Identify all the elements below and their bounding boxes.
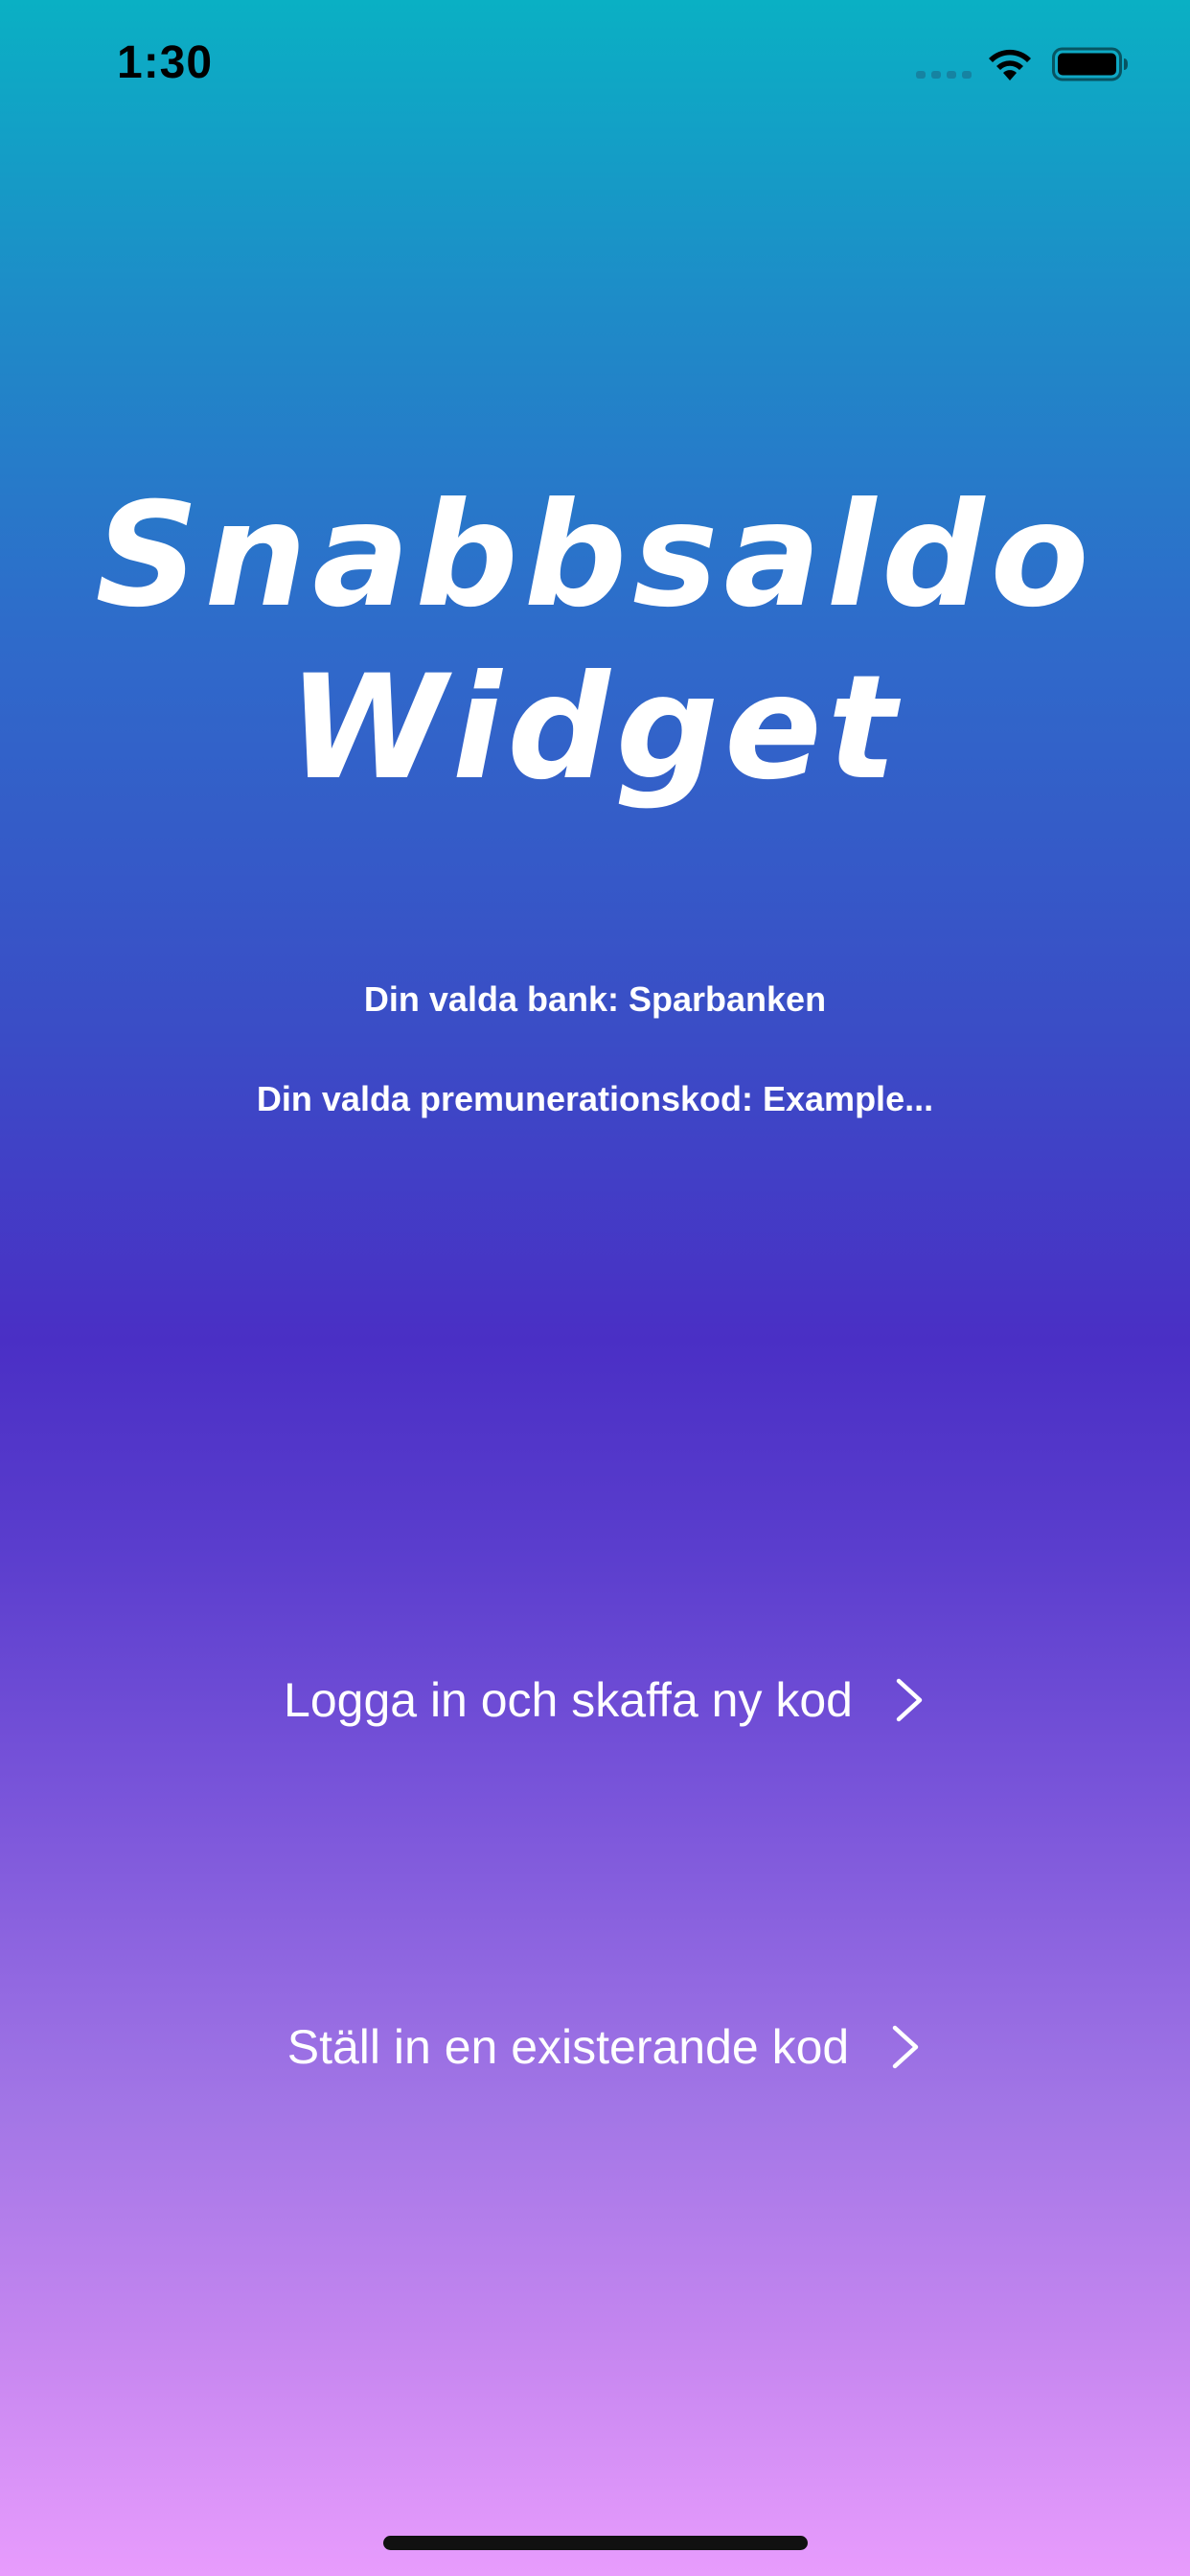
chevron-right-icon bbox=[896, 1678, 923, 1722]
chevron-right-icon bbox=[892, 2025, 919, 2069]
login-new-code-label: Logga in och skaffa ny kod bbox=[284, 1673, 853, 1727]
selected-bank-text: Din valda bank: Sparbanken bbox=[363, 979, 827, 1019]
set-existing-code-button[interactable]: Ställ in en existerande kod bbox=[240, 1999, 968, 2095]
wifi-icon bbox=[989, 49, 1031, 80]
home-indicator[interactable] bbox=[383, 2536, 808, 2550]
battery-icon bbox=[1052, 47, 1128, 81]
app-screen: 1:30 Snabbsaldo Widget Din valda bank: S… bbox=[0, 0, 1190, 2576]
status-time: 1:30 bbox=[117, 37, 214, 88]
set-existing-code-label: Ställ in en existerande kod bbox=[286, 2020, 850, 2074]
login-new-code-button[interactable]: Logga in och skaffa ny kod bbox=[240, 1652, 968, 1748]
selected-code-text: Din valda premunerationskod: Example... bbox=[256, 1079, 934, 1118]
app-title: Snabbsaldo Widget bbox=[95, 472, 1095, 812]
signal-icon bbox=[916, 71, 972, 79]
status-bar: 1:30 bbox=[0, 0, 1190, 126]
